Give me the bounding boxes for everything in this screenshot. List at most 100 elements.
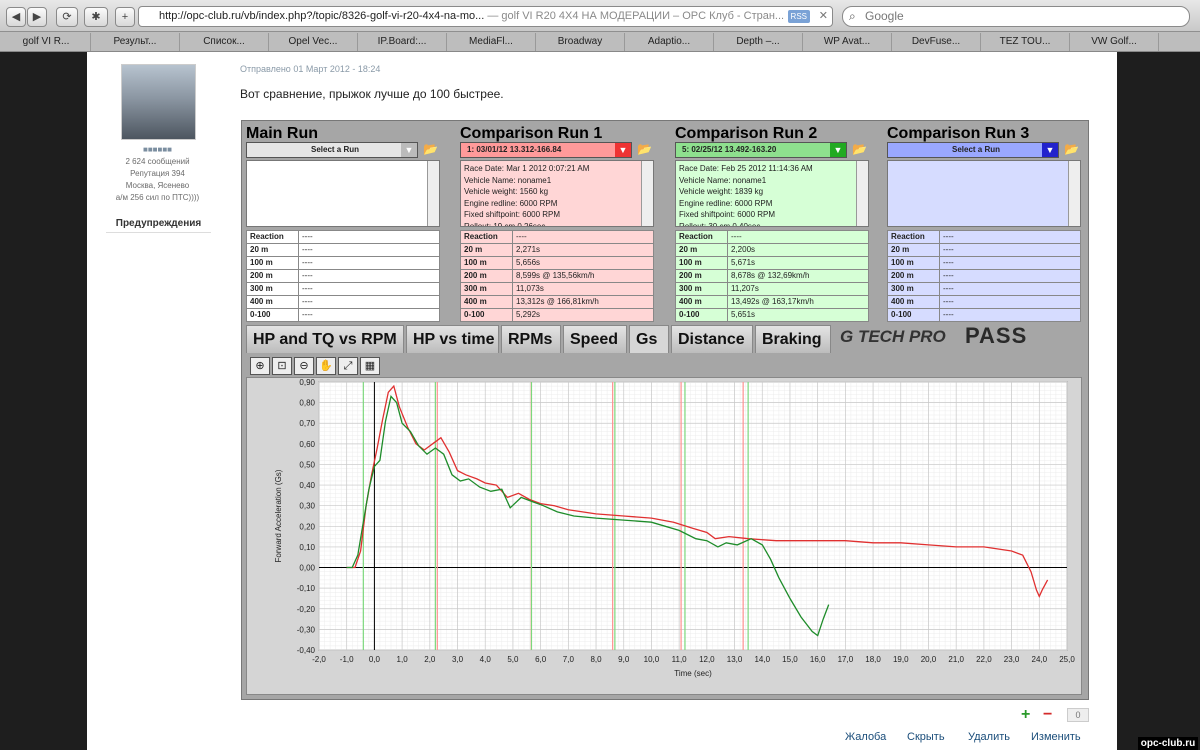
run-info-box[interactable]: Race Date: Feb 25 2012 11:14:36 AM Vehicl…	[675, 160, 869, 227]
scrollbar[interactable]	[427, 161, 439, 226]
reload-button[interactable]: ⟳	[56, 7, 78, 27]
x-tick-label: 7,0	[563, 655, 575, 664]
pan-hand-icon[interactable]: ✋	[316, 357, 336, 375]
gs-chart[interactable]: -2,0 -1,0 0,0 1,0 2,0 3,0 4,0 5,0 6,0 7,0 8,0 9,0 10…	[246, 377, 1082, 695]
rss-badge[interactable]: RSS	[787, 10, 810, 23]
delete-link[interactable]: Удалить	[968, 731, 1010, 743]
tab[interactable]: WP Avat...	[803, 33, 892, 51]
tab-rpms[interactable]: RPMs	[501, 325, 561, 353]
tab[interactable]: IP.Board:...	[358, 33, 447, 51]
y-tick-label: 0,70	[299, 419, 315, 428]
chevron-down-icon[interactable]: ▼	[1042, 143, 1058, 157]
run-info-box[interactable]	[887, 160, 1081, 227]
plus-icon[interactable]: +	[1021, 706, 1030, 724]
run-title: Main Run	[246, 123, 446, 143]
run-info-box[interactable]: Race Date: Mar 1 2012 0:07:21 AM Vehicle …	[460, 160, 654, 227]
split-label: 20 m	[675, 243, 728, 257]
tab[interactable]: golf VI R...	[2, 33, 91, 51]
back-button[interactable]: ◀	[6, 7, 26, 27]
tab-speed[interactable]: Speed	[563, 325, 627, 353]
tab-distance[interactable]: Distance	[671, 325, 753, 353]
avatar[interactable]	[121, 64, 196, 140]
tab[interactable]: Список...	[180, 33, 269, 51]
x-tick-label: 16,0	[810, 655, 826, 664]
run-title-text: Main Run	[246, 125, 318, 142]
tab[interactable]: VW Golf...	[1070, 33, 1159, 51]
grid-icon[interactable]: ▦	[360, 357, 380, 375]
chevron-down-icon[interactable]: ▼	[615, 143, 631, 157]
table-row: 100 m 5,671s	[675, 256, 869, 270]
folder-icon[interactable]: 📂	[423, 142, 443, 157]
split-value: ----	[298, 230, 440, 244]
split-value: ----	[939, 295, 1081, 309]
tab-hp-tq[interactable]: HP and TQ vs RPM	[246, 325, 404, 353]
splits-table: Reaction ---- 20 m 2,271s 100 m 5,656s 200 m 8,…	[460, 230, 654, 322]
run-select[interactable]: Select a Run ▼	[246, 142, 418, 158]
bug-icon[interactable]: ✱	[84, 7, 108, 27]
report-link[interactable]: Жалоба	[845, 731, 886, 743]
run-select[interactable]: Select a Run ▼	[887, 142, 1059, 158]
run-info-box[interactable]	[246, 160, 440, 227]
scrollbar[interactable]	[1068, 161, 1080, 226]
table-row: 400 m 13,492s @ 163,17km/h	[675, 295, 869, 309]
gtech-app-screenshot: Main Run Select a Run ▼ 📂 Reaction ---- 20 m --…	[241, 120, 1089, 700]
split-value: ----	[298, 243, 440, 257]
split-value: 8,678s @ 132,69km/h	[727, 269, 869, 283]
tab-gs[interactable]: Gs	[629, 325, 669, 353]
split-label: 300 m	[675, 282, 728, 296]
tab-braking[interactable]: Braking	[755, 325, 831, 353]
tab[interactable]: Depth –...	[714, 33, 803, 51]
split-value: ----	[939, 308, 1081, 322]
tab[interactable]: Opel Vec...	[269, 33, 358, 51]
tab[interactable]: DevFuse...	[892, 33, 981, 51]
y-tick-label: 0,50	[299, 460, 315, 469]
tab[interactable]: Результ...	[91, 33, 180, 51]
zoom-box-icon[interactable]: ⊡	[272, 357, 292, 375]
tab[interactable]: Adaptio...	[625, 33, 714, 51]
folder-icon[interactable]: 📂	[637, 142, 657, 157]
edit-link[interactable]: Изменить	[1031, 731, 1081, 743]
add-bookmark-button[interactable]: +	[115, 7, 135, 27]
split-value: ----	[298, 282, 440, 296]
forward-button[interactable]: ▶	[27, 7, 47, 27]
folder-icon[interactable]: 📂	[852, 142, 872, 157]
fit-icon[interactable]: ⤢	[338, 357, 358, 375]
x-tick-label: 3,0	[452, 655, 464, 664]
split-label: 200 m	[246, 269, 299, 283]
minus-icon[interactable]: −	[1043, 706, 1052, 724]
split-label: 200 m	[887, 269, 940, 283]
zoom-in-icon[interactable]: ⊕	[250, 357, 270, 375]
table-row: 20 m ----	[887, 243, 1081, 257]
bookmarks-bar: golf VI R... Результ... Список... Opel V…	[0, 32, 1200, 52]
warnings-link[interactable]: Предупреждения	[106, 218, 211, 233]
table-row: 400 m 13,312s @ 166,81km/h	[460, 295, 654, 309]
search-input[interactable]: ⌕ Google	[842, 6, 1190, 27]
tab[interactable]: TEZ TOU...	[981, 33, 1070, 51]
y-tick-label: 0,90	[299, 378, 315, 387]
y-tick-label: -0,30	[297, 625, 316, 634]
y-tick-label: -0,20	[297, 605, 316, 614]
run-select[interactable]: 1: 03/01/12 13.312-166.84 ▼	[460, 142, 632, 158]
search-placeholder: Google	[865, 9, 904, 23]
x-tick-label: 1,0	[397, 655, 409, 664]
chevron-down-icon[interactable]: ▼	[830, 143, 846, 157]
scrollbar[interactable]	[641, 161, 653, 226]
run-info-line: Rollout: 30 cm 0,40sec	[679, 221, 761, 227]
chevron-down-icon[interactable]: ▼	[401, 143, 417, 157]
reputation-count: 0	[1067, 708, 1089, 722]
folder-icon[interactable]: 📂	[1064, 142, 1084, 157]
x-axis-label: Time (sec)	[674, 669, 712, 678]
tab[interactable]: Broadway	[536, 33, 625, 51]
clear-icon[interactable]: ✕	[819, 7, 828, 26]
run-select[interactable]: 5: 02/25/12 13.492-163.20 ▼	[675, 142, 847, 158]
split-label: 20 m	[246, 243, 299, 257]
hide-link[interactable]: Скрыть	[907, 731, 945, 743]
address-bar[interactable]: http://opc-club.ru/vb/index.php?/topic/8…	[138, 6, 833, 27]
url-text: http://opc-club.ru/vb/index.php?/topic/8…	[159, 10, 485, 22]
tab-hp-time[interactable]: HP vs time	[406, 325, 499, 353]
run-info-line: Race Date: Feb 25 2012 11:14:36 AM	[679, 164, 813, 173]
run-title-text: Comparison Run 2	[675, 125, 818, 142]
scrollbar[interactable]	[856, 161, 868, 226]
zoom-out-icon[interactable]: ⊖	[294, 357, 314, 375]
tab[interactable]: MediaFl...	[447, 33, 536, 51]
